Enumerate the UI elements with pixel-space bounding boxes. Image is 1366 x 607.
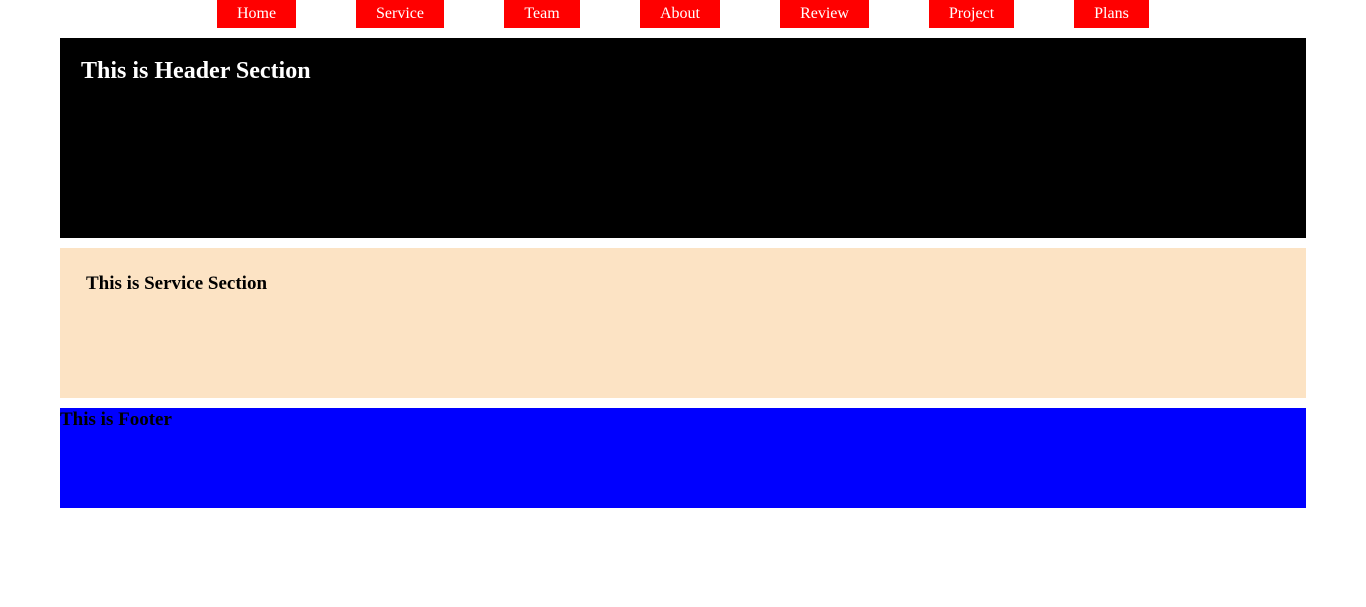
nav-item-review[interactable]: Review bbox=[780, 0, 869, 28]
nav-item-home[interactable]: Home bbox=[217, 0, 296, 28]
top-nav: Home Service Team About Review Project P… bbox=[0, 0, 1366, 28]
nav-item-service[interactable]: Service bbox=[356, 0, 444, 28]
footer-title: This is Footer bbox=[60, 409, 172, 430]
nav-item-plans[interactable]: Plans bbox=[1074, 0, 1149, 28]
page: Home Service Team About Review Project P… bbox=[0, 0, 1366, 607]
nav-item-about[interactable]: About bbox=[640, 0, 720, 28]
nav-item-team[interactable]: Team bbox=[504, 0, 580, 28]
header-title: This is Header Section bbox=[81, 58, 311, 84]
header-section: This is Header Section bbox=[60, 38, 1306, 238]
service-section: This is Service Section bbox=[60, 248, 1306, 398]
service-title: This is Service Section bbox=[86, 273, 268, 294]
nav-item-project[interactable]: Project bbox=[929, 0, 1014, 28]
footer-section: This is Footer bbox=[60, 408, 1306, 508]
